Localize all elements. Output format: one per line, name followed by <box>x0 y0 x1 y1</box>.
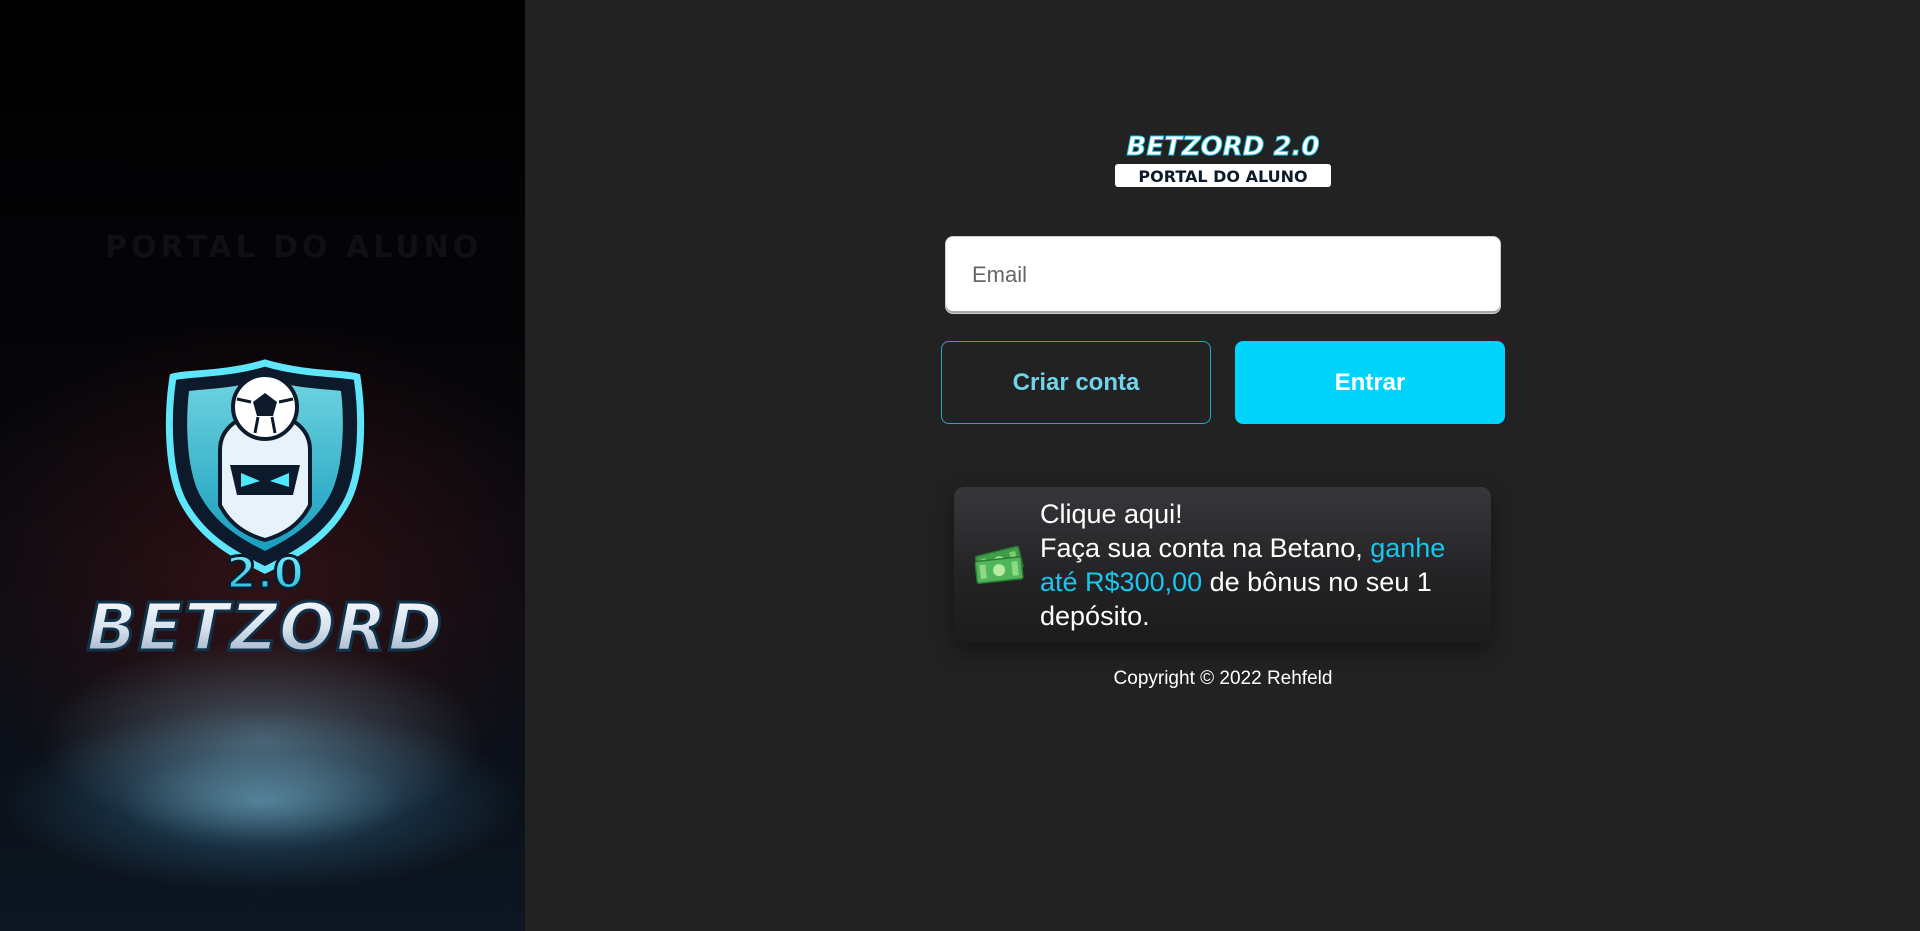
create-account-label: Criar conta <box>1012 368 1140 396</box>
hero-logo-text: BETZORD <box>87 589 444 665</box>
brand-name: BETZORD 2.0 <box>1127 132 1320 162</box>
create-account-button[interactable]: Criar conta <box>941 341 1211 424</box>
brand-logo: BETZORD 2.0 PORTAL DO ALUNO <box>1115 132 1331 187</box>
hero-faint-text: PORTAL DO ALUNO <box>105 230 483 265</box>
brand-subtitle: PORTAL DO ALUNO <box>1138 167 1307 186</box>
promo-body-prefix: Faça sua conta na Betano, <box>1040 533 1371 563</box>
email-input[interactable] <box>945 236 1501 314</box>
sign-in-button[interactable]: Entrar <box>1235 341 1505 424</box>
promo-headline: Clique aqui! <box>1040 499 1183 529</box>
sign-in-label: Entrar <box>1334 368 1406 396</box>
betzord-shield-logo: 2.0 BETZORD <box>85 359 444 665</box>
promo-body: Faça sua conta na Betano, ganhe até R$30… <box>1040 531 1480 633</box>
hero-floor-glow <box>40 640 485 840</box>
money-icon <box>974 545 1024 584</box>
login-page: PORTAL DO ALUNO 2.0 BETZORD BETZORD 2.0 … <box>0 0 1920 931</box>
promo-text: Clique aqui! Faça sua conta na Betano, g… <box>1040 497 1480 633</box>
hero-panel: PORTAL DO ALUNO 2.0 BETZORD <box>0 0 525 931</box>
copyright-text: Copyright © 2022 Rehfeld <box>1113 668 1333 689</box>
betano-promo-banner[interactable]: Clique aqui! Faça sua conta na Betano, g… <box>954 487 1491 643</box>
